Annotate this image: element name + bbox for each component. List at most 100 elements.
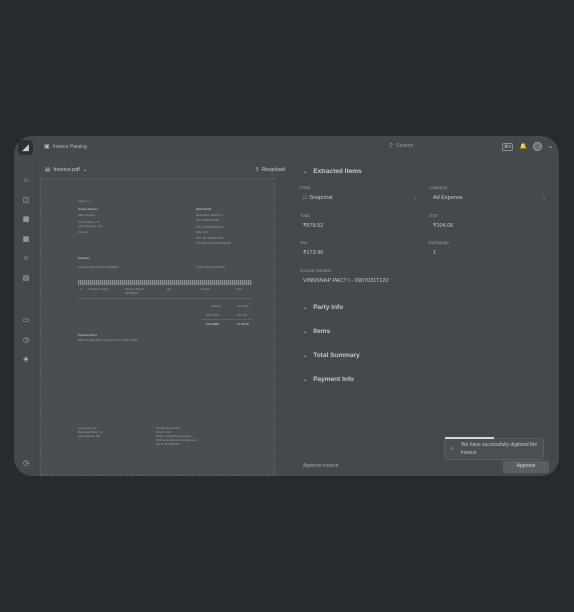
chevron-down-icon[interactable]: ⌄	[542, 195, 546, 201]
doc-page: Page 1 / 1	[78, 200, 90, 203]
doc-text: Delhi Gurugram, 123	[78, 225, 103, 228]
divider	[201, 319, 252, 320]
chevron-down-icon[interactable]: ⌄	[548, 143, 553, 150]
reupload-button[interactable]: ⇧ Reupload	[255, 167, 285, 173]
doc-footer: Snap Group Ltd	[78, 427, 97, 430]
search-box[interactable]: ⚲ Search	[389, 143, 413, 149]
doc-footer: Registered Office: 14	[78, 431, 103, 434]
category-select[interactable]: Ad Expense	[433, 195, 463, 201]
doc-text: Tally: 0123	[196, 231, 209, 234]
check-icon: ✓	[450, 446, 455, 452]
chevron-down-icon: ⌄	[303, 304, 308, 311]
party-label: Party	[300, 185, 311, 190]
doc-gst-label: GST (18%)	[206, 314, 219, 317]
doc-text: Bank Name: Mellon Co.	[196, 214, 224, 217]
bag-icon[interactable]: ◫	[22, 197, 30, 205]
exchange-field[interactable]: 1	[433, 250, 436, 256]
doc-footer: Web: www.snapchat.com/business	[156, 439, 197, 442]
doc-footer: Tax ID: 0123456789	[156, 443, 180, 446]
doc-text: GST: AB: 22AAAAA0000A1Z5	[196, 242, 231, 245]
invoice-preview: Page 1 / 1 Invoice Address ABC Company S…	[40, 178, 275, 476]
toast-progress	[445, 437, 494, 439]
doc-text: ABC Company	[78, 214, 96, 217]
doc-subtotal-label: Subtotal	[211, 305, 221, 308]
gst-label: GST	[429, 213, 439, 218]
home-icon[interactable]: ⌂	[22, 177, 30, 185]
document-panel: ▤ Invoice.pdf ⌄ ⇧ Reupload Page 1 / 1 In…	[38, 160, 285, 476]
section-label: Payment Info	[313, 376, 355, 383]
archive-icon[interactable]: ▤	[22, 275, 30, 283]
help-icon[interactable]: ◷	[22, 460, 30, 468]
section-items[interactable]: ⌄ Items	[303, 328, 330, 335]
doc-total-label: Total (INR)	[206, 323, 219, 326]
search-input[interactable]: Search	[396, 143, 413, 149]
party-value: Snapchat	[309, 195, 333, 201]
doc-footer: Phone: 0123	[156, 431, 171, 434]
doc-subtotal-value: ₹1,578.52	[237, 305, 249, 308]
table-header-band	[78, 280, 252, 285]
extracted-items-header[interactable]: ⌄ Extracted Items	[303, 168, 362, 175]
doc-col: Amount	[201, 288, 210, 291]
doc-col: #	[80, 288, 82, 291]
section-label: Party Info	[313, 304, 344, 311]
doc-text: Invoice Date: 10/10/2023	[196, 266, 225, 269]
snapchat-icon: □	[303, 195, 307, 201]
doc-col: Qty	[167, 288, 172, 291]
stack-icon[interactable]: ▭	[22, 317, 30, 325]
doc-text: IFSC: SBIN0011AB	[196, 219, 219, 222]
category-label: Category	[429, 185, 448, 190]
toast-message: We have successfully digitised the invoi…	[461, 442, 538, 456]
file-selector[interactable]: ▤ Invoice.pdf ⌄	[45, 167, 87, 173]
category-value: Ad Expense	[433, 195, 463, 201]
chevron-down-icon: ⌄	[303, 328, 308, 335]
upload-icon: ⇧	[254, 167, 260, 173]
party-select[interactable]: □ Snapchat	[303, 195, 333, 201]
breadcrumb[interactable]: ▣ Invoice Parsing	[44, 143, 87, 151]
calendar-icon[interactable]: ▦	[22, 236, 30, 244]
chart-icon[interactable]: ◷	[22, 337, 30, 345]
tax-field[interactable]: ₹173.96	[303, 250, 323, 256]
folder-icon: ▣	[44, 144, 50, 150]
doc-payment-text: Within 30 days after receipt of invoice.…	[78, 339, 139, 342]
tag-icon[interactable]: ◈	[22, 356, 30, 364]
approve-button[interactable]: Approve	[503, 461, 549, 473]
chevron-down-icon[interactable]: ⌄	[413, 195, 417, 201]
section-label: Total Summary	[313, 352, 360, 359]
total-label: Total	[300, 213, 310, 218]
invoice-number-field[interactable]: VINNSNAP PACT I - 0907031T122	[303, 278, 389, 284]
doc-footer: Contact: Snap Group	[156, 427, 181, 430]
approve-invoice-link[interactable]: Approve invoice	[303, 463, 339, 469]
doc-col: Amount / Period	[125, 288, 144, 291]
doc-ship-to: Bank Details	[196, 208, 212, 211]
divider	[78, 298, 252, 299]
exchange-label: Exchange	[429, 240, 450, 245]
invoice-number-label: Invoice Number	[300, 268, 332, 273]
doc-total-value: ₹1,750.48	[237, 323, 249, 326]
section-payment-info[interactable]: ⌄ Payment Info	[303, 376, 354, 383]
section-label: Items	[313, 328, 331, 335]
chevron-down-icon: ⌄	[303, 168, 308, 175]
chevron-down-icon: ⌄	[303, 376, 308, 383]
sidebar: ⌂ ◫ ▩ ▦ ☺ ▤ ▭ ◷ ◈ ◷	[14, 160, 38, 476]
users-icon[interactable]: ☺	[22, 255, 30, 263]
app-logo[interactable]: ◢	[18, 140, 33, 155]
app-window: ◢ ▣ Invoice Parsing ⚲ Search ⌘K 🔔 ⌄ ⌂ ◫ …	[14, 136, 559, 476]
doc-text: Street Address, 14	[78, 221, 100, 224]
top-icons: ⌘K 🔔 ⌄	[501, 142, 553, 151]
doc-text: PAN: AB: ABCDE1234F	[196, 237, 224, 240]
gift-icon[interactable]: ▩	[22, 216, 30, 224]
breadcrumb-label: Invoice Parsing	[52, 143, 87, 150]
doc-cell: 01/10/2023	[125, 292, 138, 295]
shortcut-hint: ⌘K	[501, 142, 514, 151]
doc-text: India, 1A	[78, 231, 89, 234]
gst-field[interactable]: ₹104.06	[433, 223, 453, 229]
section-party-info[interactable]: ⌄ Party Info	[303, 304, 343, 311]
extraction-panel: ⌄ Extracted Items Party □ Snapchat ⌄ Cat…	[293, 160, 559, 476]
section-total-summary[interactable]: ⌄ Total Summary	[303, 352, 360, 359]
extracted-items-title: Extracted Items	[313, 168, 362, 175]
bell-icon[interactable]: 🔔	[519, 143, 526, 150]
doc-summary: Summary	[78, 257, 90, 260]
avatar[interactable]	[532, 142, 542, 151]
total-field[interactable]: ₹578.52	[303, 223, 323, 229]
success-toast: ✓ We have successfully digitised the inv…	[444, 437, 544, 460]
